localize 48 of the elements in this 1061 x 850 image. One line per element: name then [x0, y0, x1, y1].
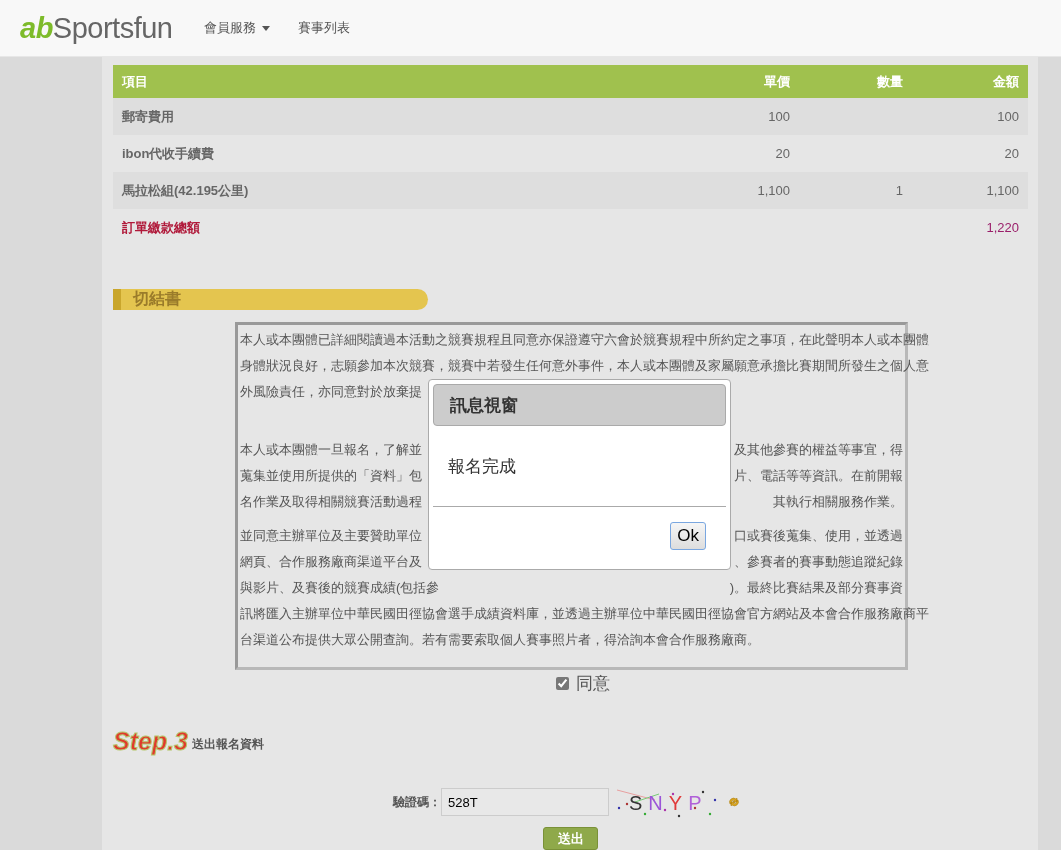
column-header: 金額	[992, 72, 1019, 91]
waiver-text: 與影片、及賽後的競賽成績(包括參	[240, 579, 440, 597]
agree-checkbox[interactable]	[555, 677, 569, 690]
column-header: 數量	[876, 72, 903, 91]
captcha-input[interactable]: 528T	[441, 788, 609, 816]
waiver-text: 及其他參賽的權益等事宜，得	[734, 441, 903, 459]
nav-menu-item[interactable]: 賽事列表	[298, 19, 351, 37]
table-cell-text: 100	[767, 109, 790, 124]
total-label: 訂單繳款總額	[122, 218, 201, 237]
section-heading: 切結書	[113, 289, 428, 310]
dialog-title: 訊息視窗	[433, 384, 726, 426]
waiver-text: 名作業及取得相關競賽活動過程	[240, 493, 422, 511]
table-cell-text: 100	[996, 109, 1019, 124]
table-cell-text: 1,100	[985, 183, 1019, 198]
waiver-text: 口或賽後蒐集、使用，並透過	[734, 527, 903, 545]
step-title: 送出報名資料	[192, 736, 265, 753]
table-cell-text: 馬拉松組(42.195公里)	[122, 181, 250, 200]
table-cell-text: ibon代收手續費	[122, 144, 216, 163]
dialog-message: 報名完成	[447, 455, 517, 478]
waiver-text: 外風險責任，亦同意對於放棄提	[240, 383, 422, 401]
step-number: Step.3	[113, 727, 189, 756]
agree-label: 同意	[575, 673, 610, 695]
waiver-text: 訊將匯入主辦單位中華民國田徑協會選手成績資料庫，並透過主辦單位中華民國田徑協會官方網站及本會合作服務廠商平	[240, 605, 929, 623]
waiver-text: 其執行相關服務作業。	[773, 493, 903, 511]
waiver-text: 片、電話等等資訊。在前開報	[734, 467, 903, 485]
nav-menu-item[interactable]: 會員服務	[204, 19, 271, 37]
waiver-text: 台渠道公布提供大眾公開查詢。若有需要索取個人賽事照片者，得洽詢本會合作服務廠商。	[240, 631, 760, 649]
total-amount: 1,220	[985, 220, 1019, 235]
waiver-text: 身體狀況良好，志願參加本次競賽，競賽中若發生任何意外事件，本人或本團體及家屬願意承擔比賽期間所發生之個人意	[240, 357, 929, 375]
table-cell-text: 20	[1003, 146, 1019, 161]
table-cell-text: 20	[774, 146, 790, 161]
captcha-label: 驗證碼：	[393, 793, 441, 811]
waiver-text: 本人或本團體一旦報名，了解並	[240, 441, 422, 459]
waiver-text: 、參賽者的賽事動態追蹤紀錄	[734, 553, 903, 571]
column-header: 單價	[763, 72, 790, 91]
caret-icon	[262, 25, 271, 31]
waiver-text: 蒐集並使用所提供的「資料」包	[240, 467, 422, 485]
table-cell-text: 郵寄費用	[122, 107, 175, 126]
table-cell-text: 1	[894, 183, 903, 198]
site-logo[interactable]: abSportsfun	[20, 11, 173, 45]
column-header: 項目	[122, 72, 149, 91]
table-cell-text: 1,100	[756, 183, 790, 198]
waiver-text: 網頁、合作服務廠商渠道平台及	[240, 553, 422, 571]
waiver-text: 本人或本團體已詳細閱讀過本活動之競賽規程且同意亦保證遵守六會於競賽規程中所約定之事項，在此聲明本人或本團體	[240, 331, 929, 349]
ok-button[interactable]: Ok	[670, 522, 706, 550]
refresh-icon[interactable]	[727, 795, 741, 809]
waiver-text: )。最終比賽結果及部分賽事資	[729, 579, 903, 597]
waiver-text: 並同意主辦單位及主要贊助單位	[240, 527, 422, 545]
